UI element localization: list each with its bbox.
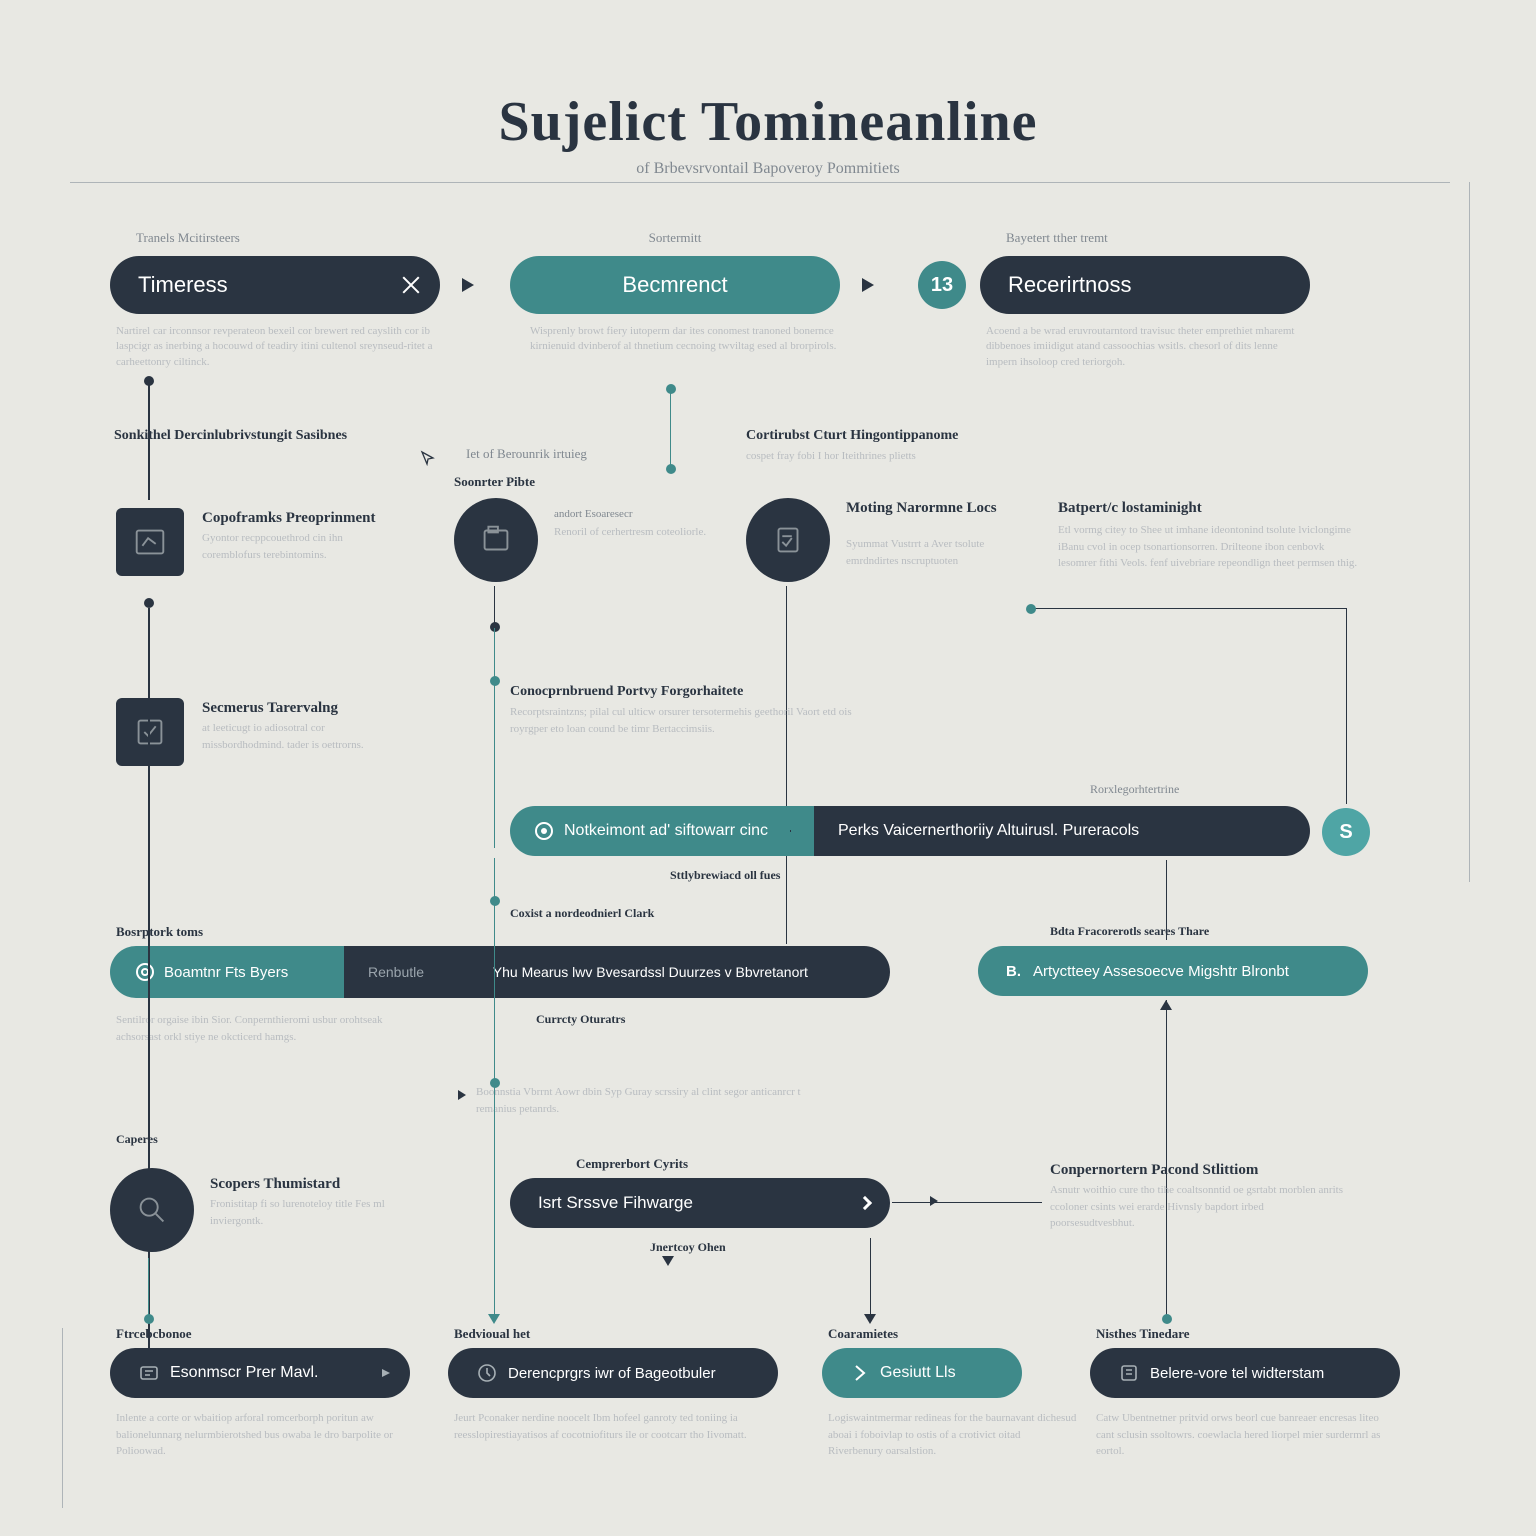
badge-b: B. <box>1006 963 1021 980</box>
b4-cap: Nisthes Tinedare <box>1096 1326 1190 1342</box>
right-desc: Etl vormg citey to Shee ut imhane ideont… <box>1058 522 1358 572</box>
page-title: Sujelict Tomineanline <box>110 90 1426 154</box>
desc: Acoend a be wrad eruvroutarntord travisu… <box>986 324 1306 370</box>
row3-caperes: Caperes <box>116 1132 158 1147</box>
sq2-title: Secmerus Tarervalng <box>202 700 338 717</box>
badge-13: 13 <box>918 261 966 309</box>
label: Esonmscr Prer Mavl. <box>170 1364 318 1382</box>
row4-left-desc: Fronistitap fi so lurenoteloy title Fes … <box>210 1196 410 1229</box>
pill-split-mid[interactable]: Notkeimont ad' siftowarr cinc Perks Vaic… <box>510 806 1310 856</box>
pill-b4[interactable]: Belere-vore tel widterstam <box>1090 1348 1400 1398</box>
c1-desc1: andort Esoaresecr <box>554 506 714 523</box>
pill-b1[interactable]: Esonmscr Prer Mavl. <box>110 1348 410 1398</box>
label: Artyctteey Assesoecve Migshtr Blronbt <box>1033 963 1289 980</box>
pill-b3[interactable]: Gesiutt Lls <box>822 1348 1022 1398</box>
row3-right-cap: Bdta Fracorerotls seares Thare <box>1050 924 1209 939</box>
circ-icon-doc <box>746 498 830 582</box>
b1-desc: Inlente a corte or wbaitiop arforal romc… <box>116 1410 406 1460</box>
icon1-desc: Gyontor recppcouethrod cin ihn coremblof… <box>202 530 402 563</box>
row4-left-title: Scopers Thumistard <box>210 1176 340 1193</box>
pill-recerirtnoss[interactable]: Bayetert tther tremt Recerirtnoss Acoend… <box>980 256 1310 314</box>
label: Gesiutt Lls <box>880 1364 956 1382</box>
label: Recerirtnoss <box>1008 272 1131 298</box>
row3-midlabel: Currcty Oturatrs <box>536 1012 625 1027</box>
pill-mid-right-cap: Rorxlegorhtertrine <box>1090 782 1179 797</box>
c2-title: Moting Narormne Locs <box>846 500 997 517</box>
desc: Wisprenly browt fiery iutoperm dar ites … <box>530 324 850 355</box>
desc: Nartirel car irconnsor revperateon bexei… <box>116 324 436 370</box>
pill-becmrenct[interactable]: Sortermitt Becmrenct Wisprenly browt fie… <box>510 256 840 314</box>
seg-right: Perks Vaicernerthoriiy Altuirusl. Purera… <box>814 806 1310 856</box>
label: Derencprgrs iwr of Bageotbuler <box>508 1365 716 1382</box>
pill-row4[interactable]: Isrt Srssve Fihwarge <box>510 1178 890 1228</box>
pill-row3-left[interactable]: Boamtnr Fts Byers Renbutle Yhu Mearus lw… <box>110 946 890 998</box>
row4-below: Jnertcoy Ohen <box>650 1240 726 1255</box>
pill-row3-right[interactable]: B. Artyctteey Assesoecve Migshtr Blronbt <box>978 946 1368 996</box>
sq-icon-chart <box>116 508 184 576</box>
c1-desc2: Renoril of cerhertresm coteoliorle. <box>554 524 714 541</box>
row2-mid-desc: Recorptsraintzns; pilal cul ulticw orsur… <box>510 704 890 737</box>
seg-a: Boamtnr Fts Byers <box>164 964 288 981</box>
b2-desc: Jeurt Pconaker nerdine noocelt Ibm hofee… <box>454 1410 764 1443</box>
right-title: Batpert/c lostaminight <box>1058 500 1202 517</box>
sq-icon-check <box>116 698 184 766</box>
row3-below-left: Sentilror orgaise ibin Sior. Conpernthie… <box>116 1012 416 1045</box>
rightblock-desc: Asnutr woithio cure tho tihe coaltsonnti… <box>1050 1182 1350 1232</box>
b2-cap: Bedvioual het <box>454 1326 530 1342</box>
row3-pre: Coxist a nordeodnierl Clark <box>510 906 654 921</box>
seg-c: Yhu Mearus lwv Bvesardssl Duurzes v Bbvr… <box>469 946 890 998</box>
label: Becmrenct <box>622 272 727 298</box>
circ-icon-search <box>110 1168 194 1252</box>
mid-desc: cospet fray fobi I hor Iteithrines pliet… <box>746 448 986 465</box>
caption: Tranels Mcitirsteers <box>136 230 240 246</box>
diagram-canvas: Tranels Mcitirsteers Timeress Nartirel c… <box>110 228 1426 1488</box>
seg-left: Notkeimont ad' siftowarr cinc <box>564 822 768 840</box>
b3-cap: Coaramietes <box>828 1326 898 1342</box>
mid-label: Iet of Berounrik irtuieg <box>466 446 587 462</box>
chevron-right-icon <box>858 1196 872 1210</box>
label: Isrt Srssve Fihwarge <box>538 1193 693 1213</box>
pill-mid-below: Sttlybrewiacd oll fues <box>670 868 780 883</box>
caption: Sortermitt <box>649 230 702 246</box>
badge-s: S <box>1322 808 1370 856</box>
mid-heading: Cortirubst Cturt Hingontippanome <box>746 428 958 444</box>
sq2-desc: at leeticugt io adiosotral cor missbordh… <box>202 720 402 753</box>
rightblock-title: Conpernortern Pacond Stlittiom <box>1050 1162 1258 1179</box>
b4-desc: Catw Ubentnetner pritvid orws beorl cue … <box>1096 1410 1396 1460</box>
seg-b: Renbutle <box>344 946 469 998</box>
page-subtitle: of Brbevsrvontail Bapoveroy Pommitiets <box>110 160 1426 178</box>
pill-timeress[interactable]: Tranels Mcitirsteers Timeress Nartirel c… <box>110 256 440 314</box>
row3-left-cap: Bosrptork toms <box>116 924 203 940</box>
caption: Bayetert tther tremt <box>1006 230 1108 246</box>
pill-b2[interactable]: Derencprgrs iwr of Bageotbuler <box>448 1348 778 1398</box>
label: Belere-vore tel widterstam <box>1150 1365 1324 1382</box>
circ-icon-folder: Soonrter Pibte <box>454 498 538 582</box>
label: Timeress <box>138 272 228 298</box>
caption: Soonrter Pibte <box>454 474 535 490</box>
row3-note1: Boonnstia Vbrrnt Aowr dbin Syp Guray scr… <box>476 1084 816 1117</box>
cursor-icon <box>420 450 436 466</box>
b1-cap: Ftrcebcbonoe <box>116 1326 192 1342</box>
b3-desc: Logiswaintmermar redineas for the baurna… <box>828 1410 1078 1460</box>
icon1-title: Copoframks Preoprinment <box>202 510 375 527</box>
close-icon[interactable] <box>400 274 422 296</box>
row2-mid-heading: Conocprnbruend Portvy Forgorhaitete <box>510 684 743 700</box>
row4-mid-cap: Cemprerbort Cyrits <box>576 1156 688 1172</box>
c2-desc: Syummat Vustrrt a Aver tsolute emrdndirt… <box>846 536 1016 569</box>
